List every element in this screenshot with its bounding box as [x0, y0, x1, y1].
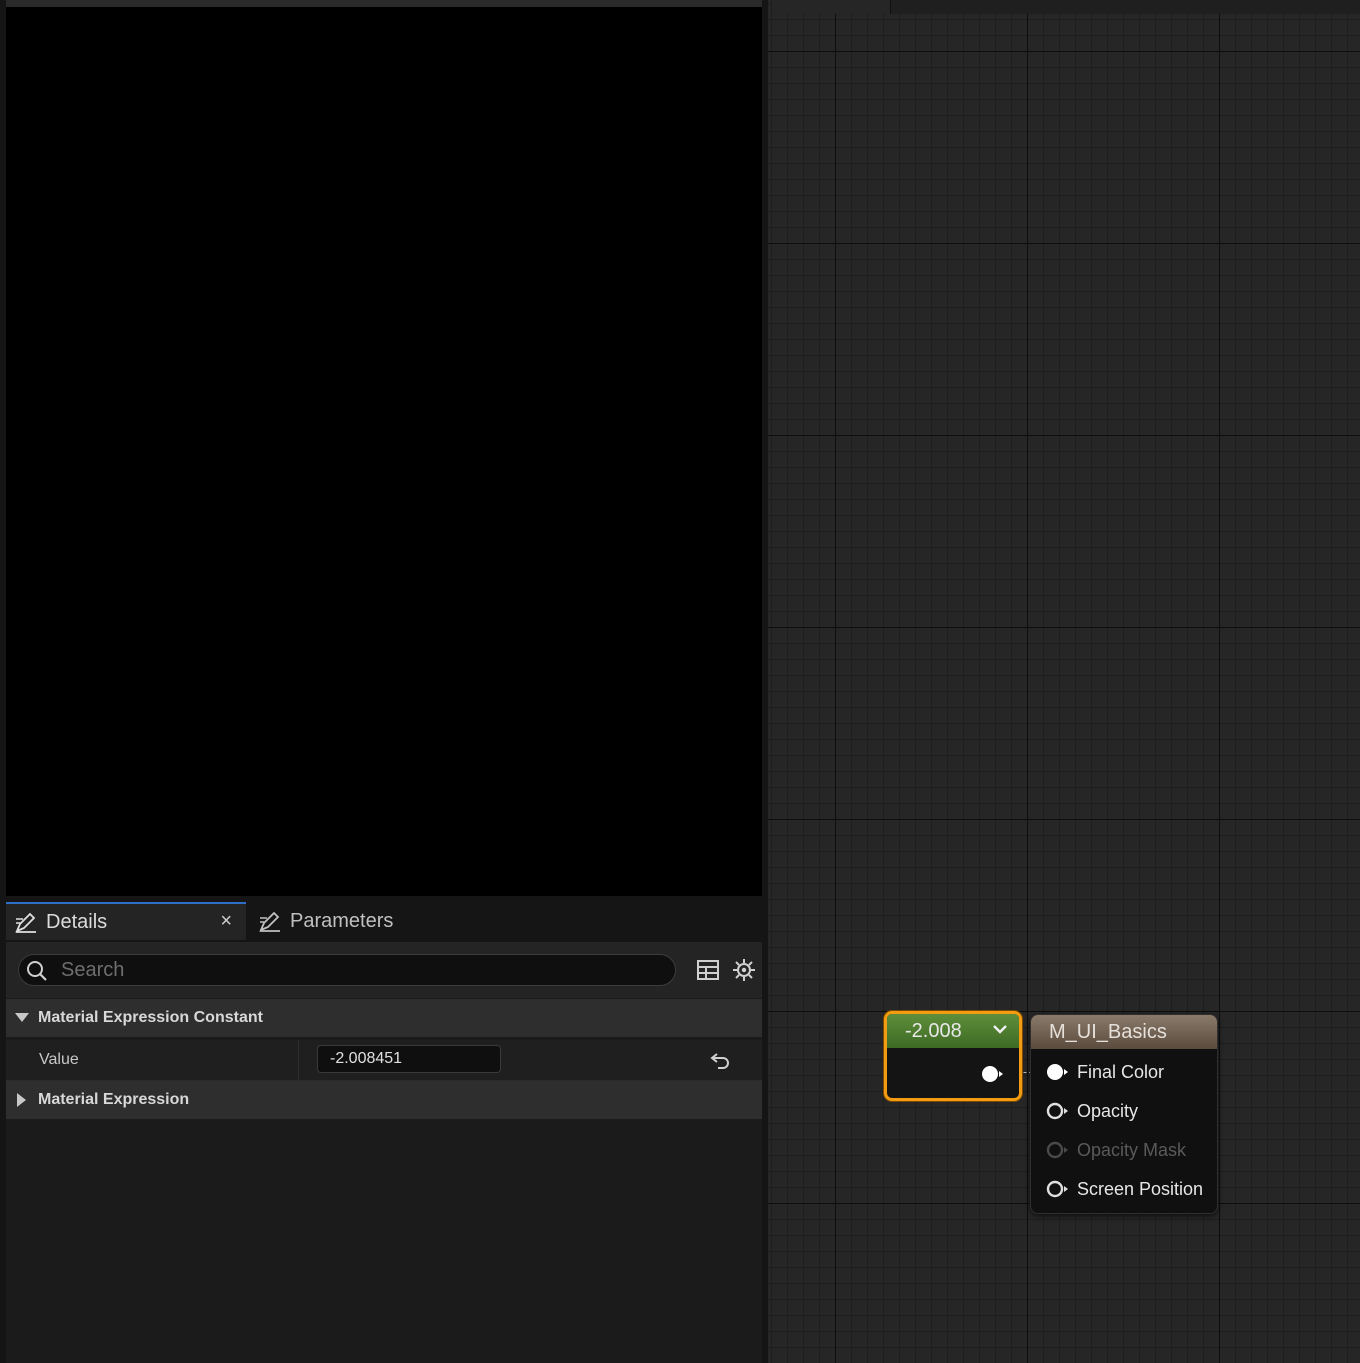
search-icon — [27, 961, 47, 981]
value-field[interactable] — [317, 1045, 501, 1073]
search-input[interactable] — [59, 955, 663, 985]
chevron-right-icon — [6, 1093, 38, 1107]
constant-node-header: -2.008 — [887, 1014, 1019, 1048]
chevron-down-icon — [6, 1013, 38, 1023]
pin-label: Opacity — [1077, 1100, 1139, 1121]
property-divider[interactable] — [298, 1040, 299, 1080]
pin-label: Opacity Mask — [1077, 1139, 1187, 1160]
pin-label: Screen Position — [1077, 1178, 1204, 1199]
tab-parameters-label: Parameters — [290, 909, 394, 932]
tab-details[interactable]: Details × — [6, 902, 246, 940]
constant-node-title: -2.008 — [905, 1019, 962, 1042]
material-node-header: M_UI_Basics — [1031, 1015, 1217, 1049]
category-material-expression[interactable]: Material Expression — [6, 1081, 762, 1119]
search-box — [18, 954, 676, 986]
details-tab-bar: Details × Parameters — [6, 902, 762, 942]
pin-unconnected-icon — [1046, 1102, 1068, 1120]
gear-icon[interactable] — [732, 958, 756, 982]
input-pin-opacity[interactable]: Opacity — [1045, 1099, 1138, 1123]
input-pin-screen-position[interactable]: Screen Position — [1045, 1177, 1203, 1201]
viewport-toolbar — [6, 0, 762, 7]
category-material-expression-constant[interactable]: Material Expression Constant — [6, 999, 762, 1037]
output-pin-icon[interactable] — [981, 1064, 1005, 1084]
input-pin-final-color[interactable]: Final Color — [1045, 1060, 1164, 1084]
pin-unconnected-icon — [1046, 1180, 1068, 1198]
details-body: Material Expression Constant Value Mater… — [6, 942, 762, 1363]
search-row — [6, 942, 762, 998]
tab-details-label: Details — [46, 910, 108, 933]
pin-connected-icon — [1047, 1064, 1068, 1080]
close-icon[interactable]: × — [220, 910, 232, 933]
table-view-icon[interactable] — [696, 958, 720, 982]
pin-disabled-icon — [1046, 1141, 1068, 1159]
chevron-down-icon[interactable] — [991, 1020, 1009, 1038]
reset-to-default-icon[interactable] — [708, 1048, 732, 1072]
pin-label: Final Color — [1077, 1061, 1165, 1082]
material-node-title: M_UI_Basics — [1049, 1020, 1167, 1043]
category-label: Material Expression — [38, 1091, 190, 1108]
tab-parameters[interactable]: Parameters — [250, 902, 450, 940]
input-pin-opacity-mask: Opacity Mask — [1045, 1138, 1186, 1162]
property-name: Value — [39, 1051, 79, 1068]
category-label: Material Expression Constant — [38, 1009, 263, 1026]
property-row-value: Value — [6, 1040, 762, 1081]
constant-node[interactable]: -2.008 — [884, 1011, 1022, 1101]
parameters-pencil-icon — [259, 911, 280, 932]
details-pencil-icon — [15, 912, 36, 933]
material-preview-viewport[interactable] — [6, 7, 762, 896]
graph-toolbar-segment — [772, 0, 891, 14]
material-result-node[interactable]: M_UI_Basics Final Color Opacity Opacity … — [1030, 1014, 1218, 1214]
left-panel: Details × Parameters Search Material Exp… — [0, 0, 768, 1363]
graph-toolbar — [772, 0, 1360, 14]
